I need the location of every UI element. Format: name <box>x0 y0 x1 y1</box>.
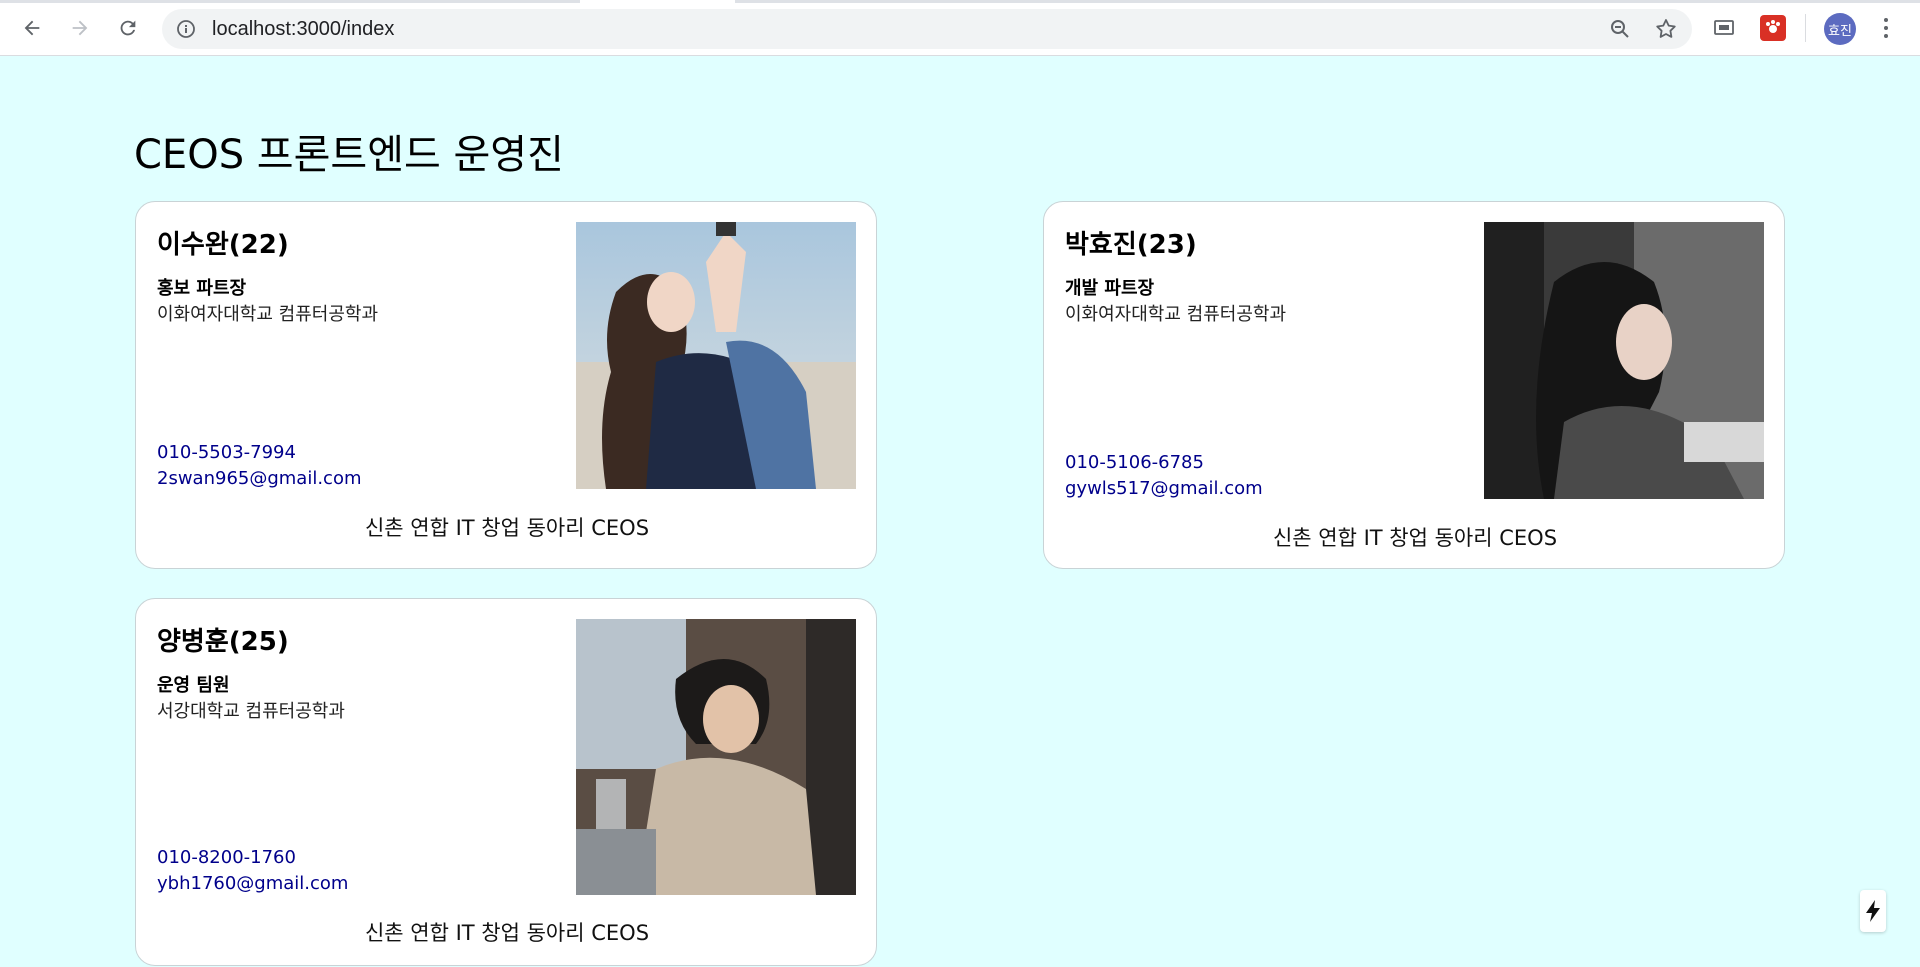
member-card: 이수완(22) 홍보 파트장 이화여자대학교 컴퓨터공학과 010-5503-7… <box>135 201 877 569</box>
member-name: 양병훈(25) <box>157 627 289 657</box>
tab-strip <box>0 0 1920 3</box>
member-card: 양병훈(25) 운영 팀원 서강대학교 컴퓨터공학과 010-8200-1760… <box>135 598 877 966</box>
browser-toolbar: localhost:3000/index 효진 <box>0 0 1920 56</box>
club-caption: 신촌 연합 IT 창업 동아리 CEOS <box>364 516 650 540</box>
member-card: 박효진(23) 개발 파트장 이화여자대학교 컴퓨터공학과 010-5106-6… <box>1043 201 1785 569</box>
member-name: 박효진(23) <box>1065 230 1197 260</box>
forward-arrow-icon[interactable] <box>64 12 96 44</box>
info-icon[interactable] <box>176 19 196 39</box>
lightning-icon[interactable] <box>1860 890 1886 932</box>
address-bar[interactable]: localhost:3000/index <box>162 9 1692 49</box>
toolbar-divider <box>1805 14 1806 42</box>
back-arrow-icon[interactable] <box>16 12 48 44</box>
member-photo <box>576 222 856 489</box>
member-school: 이화여자대학교 컴퓨터공학과 <box>157 304 379 325</box>
member-role: 홍보 파트장 <box>157 278 247 299</box>
avatar[interactable]: 효진 <box>1824 13 1856 45</box>
member-role: 개발 파트장 <box>1065 278 1155 299</box>
star-icon[interactable] <box>1654 17 1678 41</box>
member-email[interactable]: gywls517@gmail.com <box>1065 478 1263 499</box>
club-caption: 신촌 연합 IT 창업 동아리 CEOS <box>1272 526 1558 550</box>
member-name: 이수완(22) <box>157 230 289 260</box>
url-text[interactable]: localhost:3000/index <box>212 9 394 49</box>
member-photo <box>1484 222 1764 499</box>
member-phone[interactable]: 010-5503-7994 <box>157 442 296 463</box>
cast-icon[interactable] <box>1712 16 1736 40</box>
member-role: 운영 팀원 <box>157 675 230 696</box>
member-email[interactable]: 2swan965@gmail.com <box>157 468 362 489</box>
page-title: CEOS 프론트엔드 운영진 <box>134 132 564 178</box>
member-email[interactable]: ybh1760@gmail.com <box>157 873 348 894</box>
member-school: 서강대학교 컴퓨터공학과 <box>157 701 345 722</box>
zoom-icon[interactable] <box>1608 17 1632 41</box>
member-phone[interactable]: 010-5106-6785 <box>1065 452 1204 473</box>
reload-icon[interactable] <box>112 12 144 44</box>
member-school: 이화여자대학교 컴퓨터공학과 <box>1065 304 1287 325</box>
member-phone[interactable]: 010-8200-1760 <box>157 847 296 868</box>
extension-icon[interactable] <box>1760 15 1786 41</box>
club-caption: 신촌 연합 IT 창업 동아리 CEOS <box>364 921 650 945</box>
member-photo <box>576 619 856 895</box>
kebab-menu-icon[interactable] <box>1874 14 1898 42</box>
